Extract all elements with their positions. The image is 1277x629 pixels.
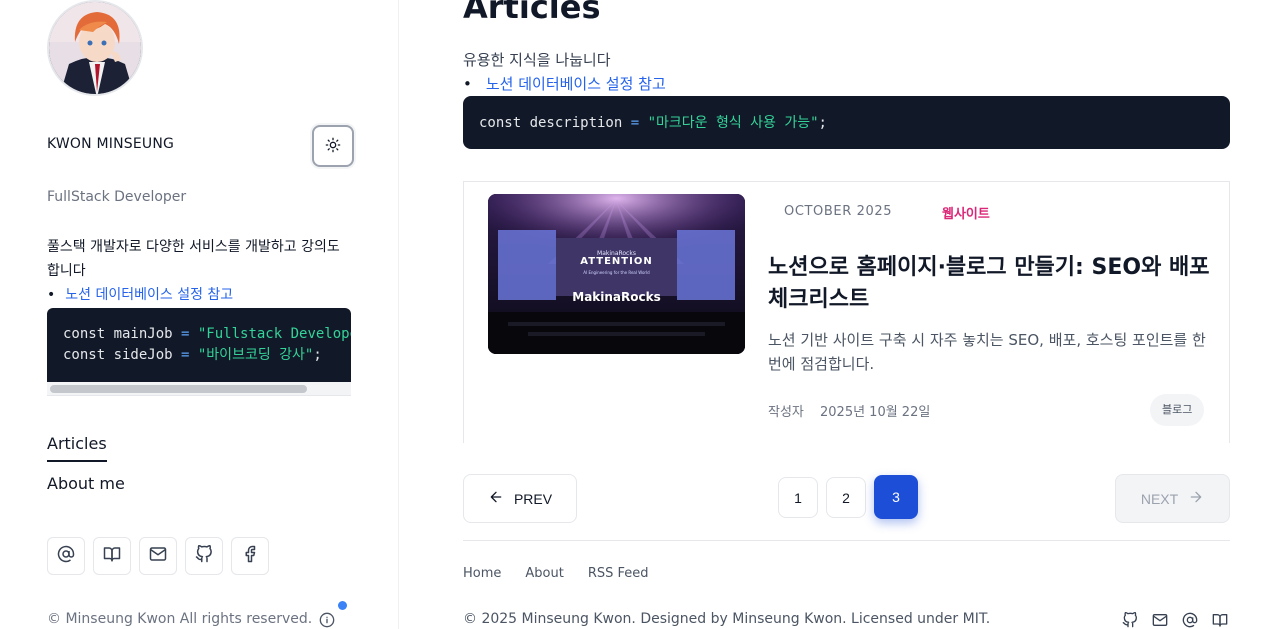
code-token: ; [313,347,322,363]
code-token: ; [818,115,827,131]
article-category[interactable]: 웹사이트 [942,203,990,222]
code-token: const mainJob [63,326,173,342]
mail-icon [149,545,167,567]
code-pane: const mainJob = "Fullstack Developer"; c… [47,308,351,382]
page-button-3-current[interactable]: 3 [874,475,918,519]
article-date: OCTOBER 2025 [784,204,893,219]
notion-db-link[interactable]: 노션 데이터베이스 설정 참고 [65,287,233,303]
page-button-1[interactable]: 1 [778,477,818,518]
scrollbar-thumb[interactable] [50,385,307,393]
footer-divider [463,540,1230,541]
thumbnail-brand: MakinaRocks [572,290,661,304]
main-content: Articles 유용한 지식을 나눕니다 • 노션 데이터베이스 설정 참고 c… [463,0,1230,629]
thumbnail-headline: ATTENTION [580,256,653,267]
page-title: Articles [463,0,601,26]
prev-page-button[interactable]: PREV [463,474,577,523]
github-icon[interactable] [1121,611,1139,629]
nav-articles[interactable]: Articles [47,434,107,462]
footer-link-home[interactable]: Home [463,566,501,581]
code-line: const mainJob = "Fullstack Developer"; [63,324,351,345]
social-links [47,537,269,575]
article-tag[interactable]: 블로그 [1150,394,1205,426]
profile-name: KWON MINSEUNG [47,136,175,152]
code-operator: = [172,347,198,363]
main-code-block: const description = "마크다운 형식 사용 가능"; [463,96,1230,149]
footer-links: Home About RSS Feed [463,566,649,581]
next-label: NEXT [1140,490,1179,507]
social-blog-button[interactable] [93,537,131,575]
theme-toggle-button[interactable] [312,125,354,167]
sidebar-link-item: • 노션 데이터베이스 설정 참고 [47,284,233,304]
notification-dot [338,601,347,610]
article-published-date: 2025년 10월 22일 [820,405,931,420]
prev-label: PREV [513,490,553,507]
pagination: 1 2 3 [778,475,918,519]
footer-social-icons [1121,611,1229,629]
article-thumbnail[interactable]: MakinaRocks ATTENTION AI Engineering for… [488,194,745,354]
sun-icon [325,137,341,156]
bullet-dot: • [463,75,472,93]
facebook-icon [241,545,259,567]
code-operator: = [172,326,198,342]
social-at-button[interactable] [47,537,85,575]
nav-about-me[interactable]: About me [47,474,125,493]
sidebar: KWON MINSEUNG FullStack Developer 풀스택 개발… [0,0,399,629]
page-intro: 유용한 지식을 나눕니다 [463,51,611,69]
profile-role: FullStack Developer [47,189,187,205]
sidebar-copyright: © Minseung Kwon All rights reserved. [47,611,313,627]
footer-copyright: © 2025 Minseung Kwon. Designed by Minseu… [463,611,991,627]
profile-bio: 풀스택 개발자로 다양한 서비스를 개발하고 강의도 합니다 [47,239,340,279]
notion-db-link[interactable]: 노션 데이터베이스 설정 참고 [486,75,666,93]
horizontal-scrollbar[interactable] [47,382,351,395]
info-icon [319,612,335,629]
footer-link-about[interactable]: About [525,566,563,581]
next-page-button[interactable]: NEXT [1115,474,1230,523]
article-author-label: 작성자 [768,405,804,420]
article-title[interactable]: 노션으로 홈페이지·블로그 만들기: SEO와 배포 체크리스트 [768,252,1213,316]
code-string: "바이브코딩 강사" [197,347,314,363]
avatar[interactable] [47,0,143,96]
book-icon [103,545,121,567]
book-icon[interactable] [1211,611,1229,629]
at-icon [57,545,75,567]
code-operator: = [622,115,648,131]
code-token: const sideJob [63,347,173,363]
thumbnail-subtext: AI Engineering for the Real World [583,270,650,275]
social-mail-button[interactable] [139,537,177,575]
sidebar-code-block: const mainJob = "Fullstack Developer"; c… [47,308,351,396]
code-string: "마크다운 형식 사용 가능" [647,115,819,131]
arrow-right-icon [1188,489,1204,508]
main-link-item: • 노션 데이터베이스 설정 참고 [463,73,666,94]
avatar-illustration [49,2,141,94]
social-github-button[interactable] [185,537,223,575]
info-button[interactable] [318,612,336,629]
code-string: "Fullstack Developer" [197,326,351,342]
article-description: 노션 기반 사이트 구축 시 자주 놓치는 SEO, 배포, 호스팅 포인트를 … [768,331,1206,373]
footer-link-rss[interactable]: RSS Feed [588,566,649,581]
page-button-2[interactable]: 2 [826,477,866,518]
at-icon[interactable] [1181,611,1199,629]
arrow-left-icon [488,489,504,508]
code-line: const sideJob = "바이브코딩 강사"; [63,345,335,366]
bullet-dot: • [47,287,56,303]
code-token: const description [479,115,623,131]
article-card[interactable]: MakinaRocks ATTENTION AI Engineering for… [463,181,1230,443]
mail-icon[interactable] [1151,611,1169,629]
github-icon [195,544,213,567]
social-facebook-button[interactable] [231,537,269,575]
